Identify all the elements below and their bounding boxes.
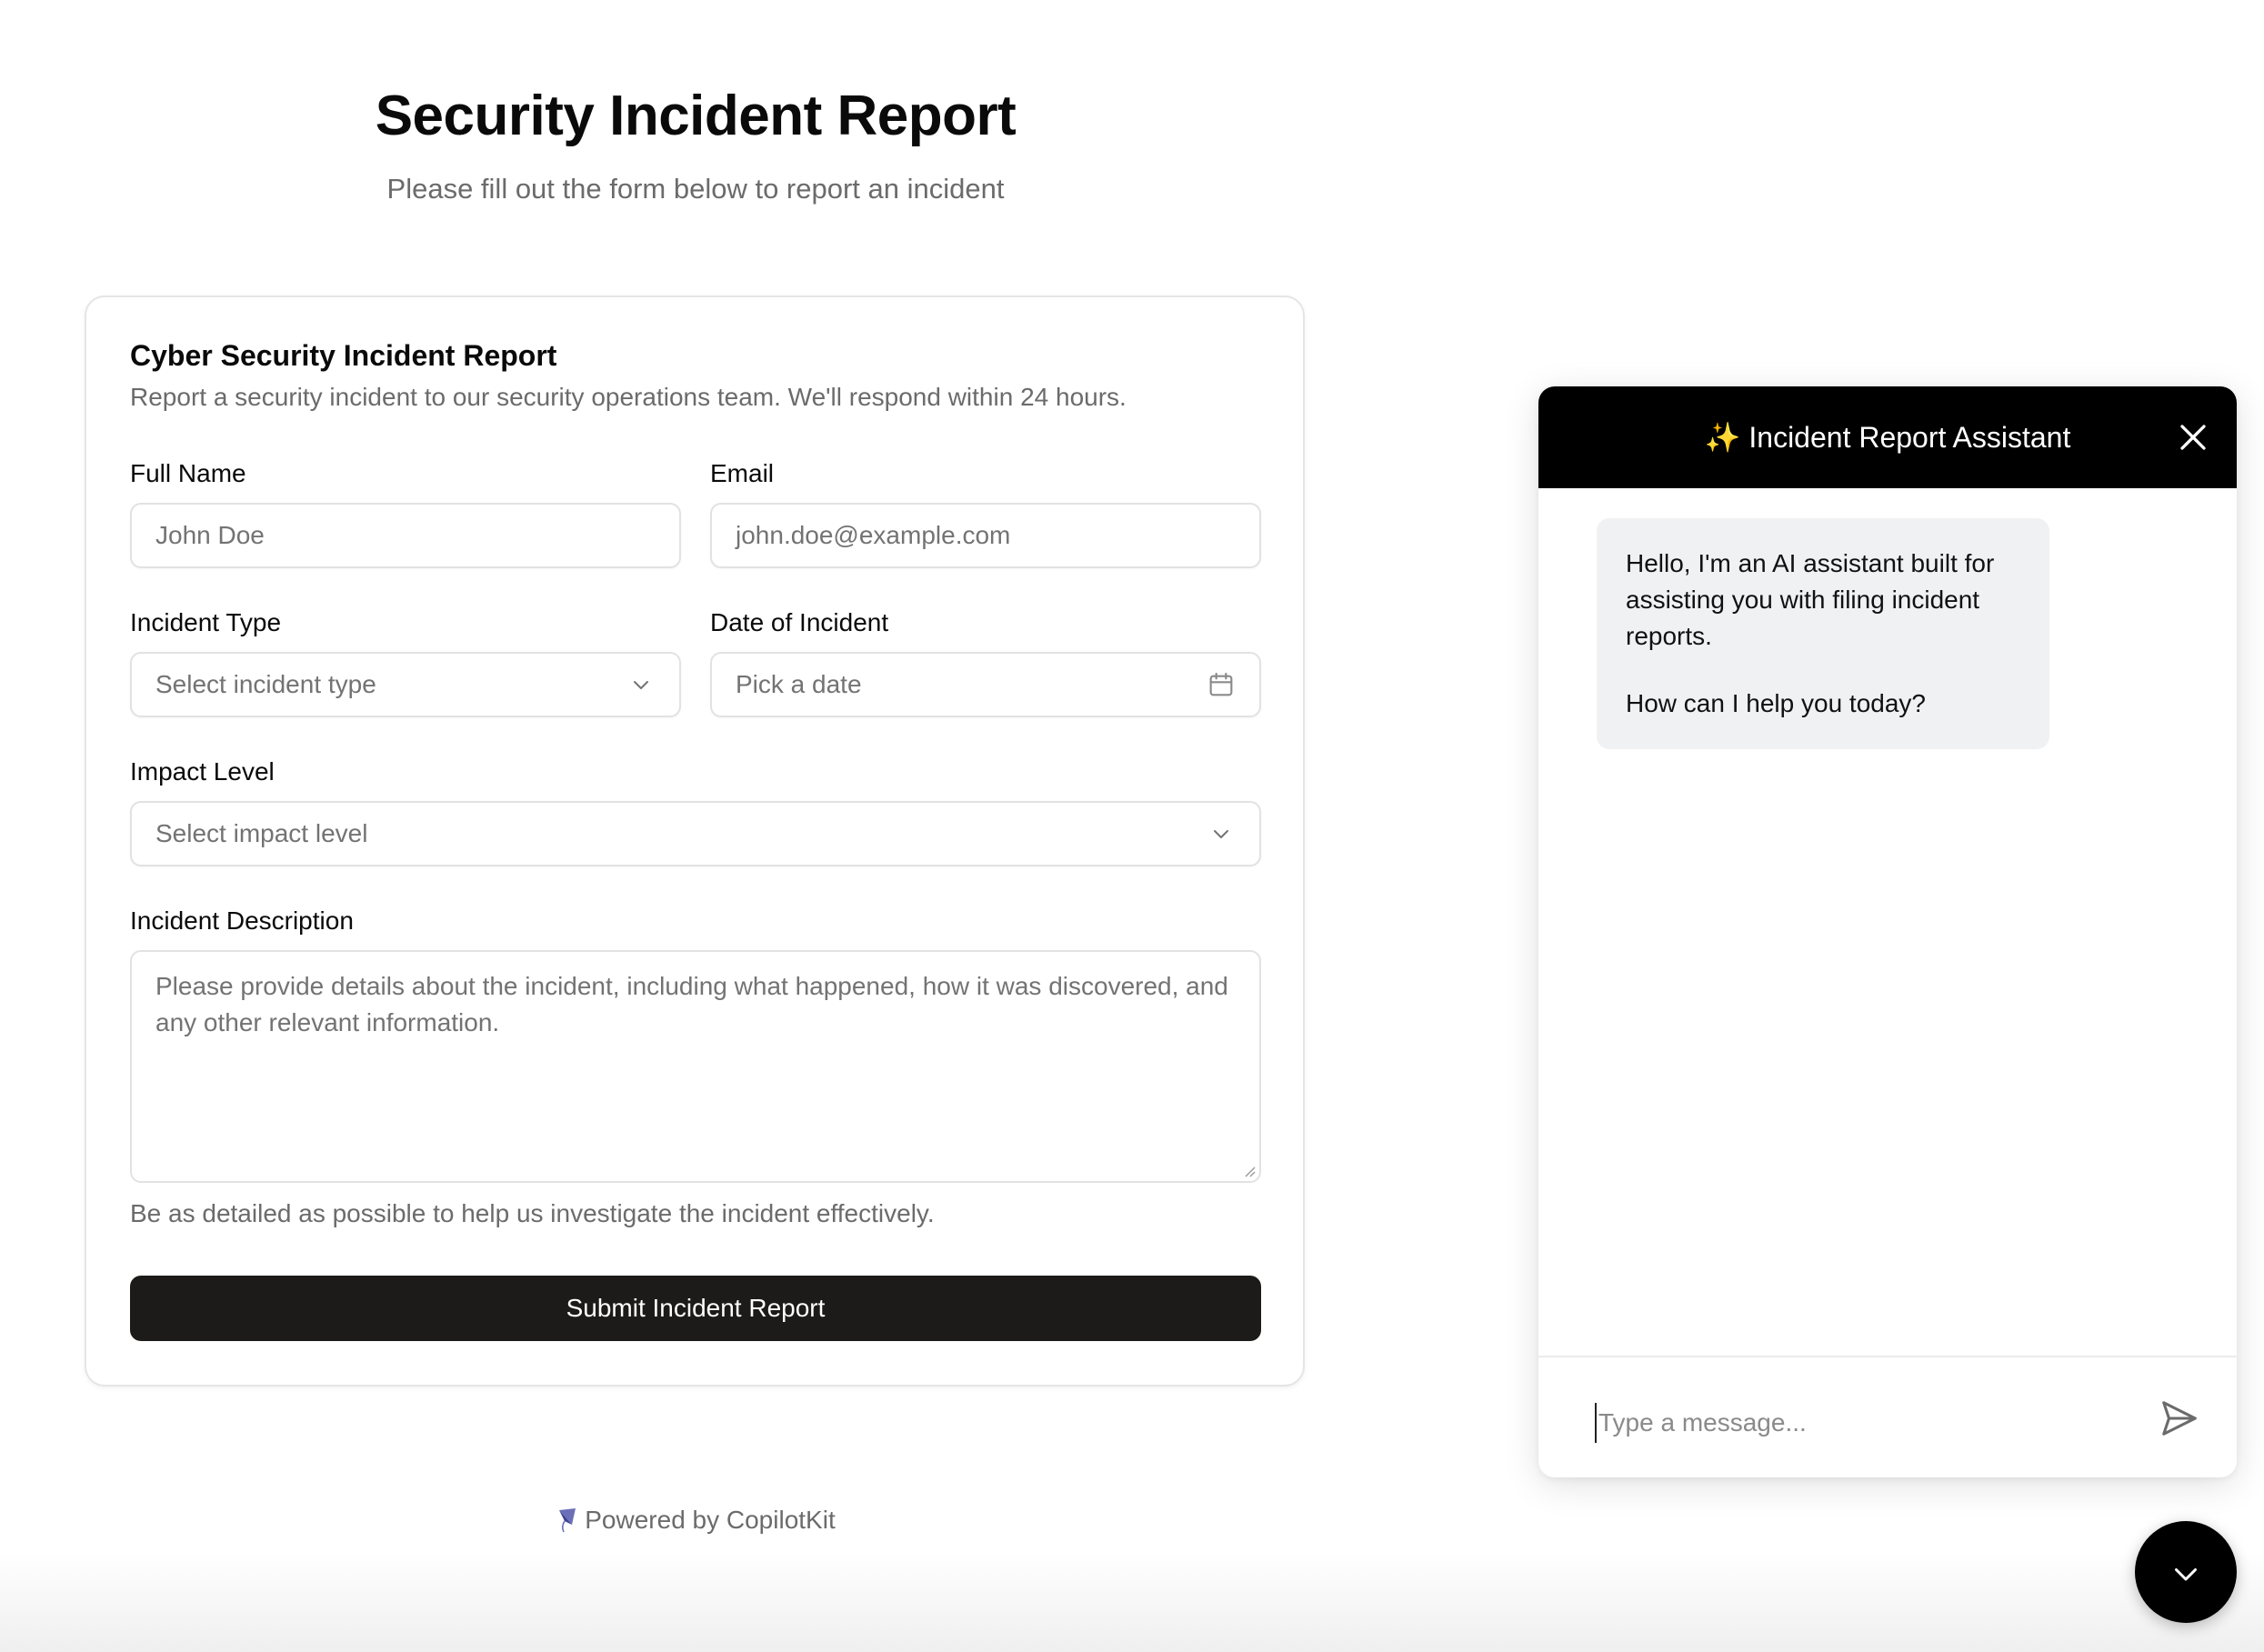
assistant-message: Hello, I'm an AI assistant built for ass… [1597, 518, 2049, 749]
submit-button[interactable]: Submit Incident Report [130, 1276, 1261, 1341]
form-title: Cyber Security Incident Report [130, 339, 557, 372]
message-line: How can I help you today? [1626, 689, 1926, 717]
close-icon[interactable] [2177, 421, 2209, 454]
chat-divider [1538, 1356, 2237, 1357]
description-textarea[interactable]: Please provide details about the inciden… [130, 950, 1261, 1183]
chevron-down-icon [1214, 830, 1228, 838]
page-header: Security Incident Report Please fill out… [0, 80, 1391, 207]
chevron-down-icon [634, 681, 648, 689]
chat-panel: ✨ Incident Report Assistant Hello, I'm a… [1538, 386, 2237, 1477]
calendar-icon [1209, 672, 1233, 696]
form-description: Report a security incident to our securi… [130, 383, 1127, 411]
full-name-placeholder: John Doe [155, 521, 265, 549]
date-label: Date of Incident [710, 608, 889, 636]
incident-type-select[interactable]: Select incident type [130, 652, 681, 717]
chat-title: ✨ Incident Report Assistant [1704, 421, 2071, 454]
date-picker[interactable]: Pick a date [710, 652, 1261, 717]
description-placeholder: Please provide details about the inciden… [155, 972, 1228, 1036]
page-bottom-fade [0, 1552, 2264, 1652]
email-input[interactable]: john.doe@example.com [710, 503, 1261, 568]
impact-level-label: Impact Level [130, 757, 275, 786]
email-label: Email [710, 459, 775, 487]
powered-by-text: Powered by CopilotKit [585, 1506, 836, 1534]
chat-header: ✨ Incident Report Assistant [1538, 386, 2237, 488]
email-placeholder: john.doe@example.com [736, 521, 1011, 549]
page-subtitle: Please fill out the form below to report… [386, 173, 1005, 205]
incident-type-placeholder: Select incident type [155, 670, 376, 698]
send-icon[interactable] [2159, 1397, 2200, 1439]
incident-type-label: Incident Type [130, 608, 282, 636]
powered-by-link[interactable]: Powered by CopilotKit [0, 1504, 1391, 1537]
incident-form-card: Cyber Security Incident Report Report a … [85, 295, 1305, 1387]
impact-level-select[interactable]: Select impact level [130, 801, 1261, 866]
chevron-down-icon [2175, 1568, 2197, 1581]
impact-level-placeholder: Select impact level [155, 819, 368, 847]
description-label: Incident Description [130, 906, 354, 935]
chat-message-input[interactable]: Type a message... [1595, 1403, 2104, 1443]
page-title: Security Incident Report [375, 85, 1017, 147]
resize-grip-icon[interactable] [1243, 1165, 1256, 1177]
kite-icon [559, 1508, 576, 1533]
chat-toggle-button[interactable] [2135, 1521, 2237, 1623]
full-name-input[interactable]: John Doe [130, 503, 681, 568]
date-placeholder: Pick a date [736, 670, 862, 698]
message-line: Hello, I'm an AI assistant built for ass… [1626, 549, 1995, 650]
description-helper-text: Be as detailed as possible to help us in… [130, 1199, 935, 1227]
full-name-label: Full Name [130, 459, 246, 487]
